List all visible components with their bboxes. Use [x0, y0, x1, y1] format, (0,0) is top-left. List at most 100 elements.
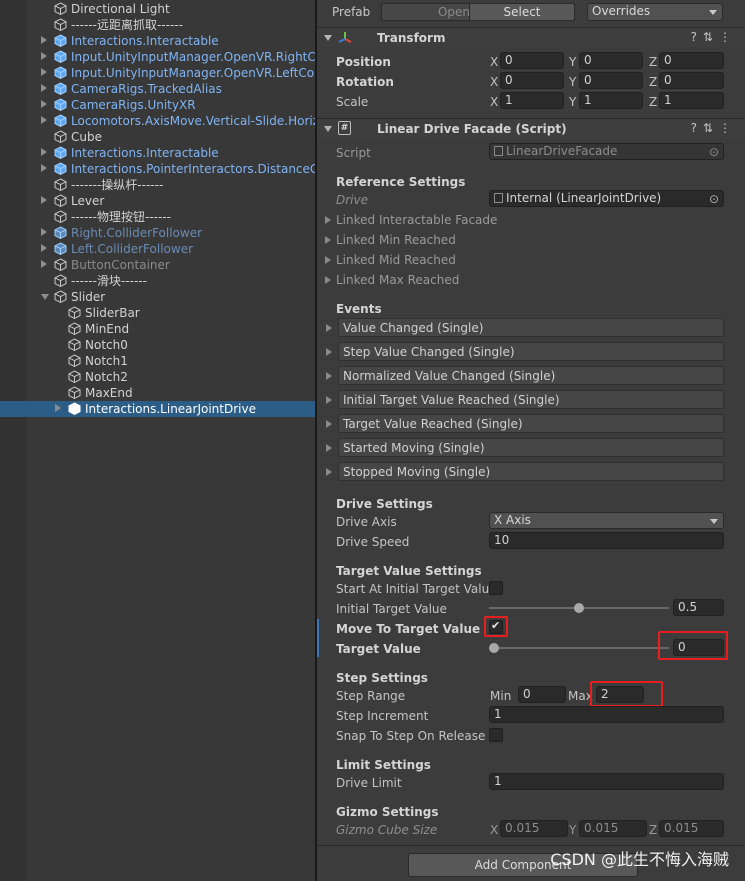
- step-increment-field[interactable]: 1: [489, 706, 724, 723]
- linear-drive-facade-header[interactable]: # Linear Drive Facade (Script) ?⇅⋮: [317, 118, 745, 138]
- hierarchy-item[interactable]: Slider: [0, 289, 315, 305]
- axis-z-label[interactable]: Z: [649, 74, 657, 90]
- hierarchy-item[interactable]: Lever: [0, 193, 315, 209]
- script-field[interactable]: LinearDriveFacade ⊙: [489, 143, 724, 160]
- expand-arrow-right-icon[interactable]: [41, 228, 47, 236]
- expand-arrow-right-icon[interactable]: [41, 84, 47, 92]
- transform-position-x-field[interactable]: 0: [500, 52, 564, 69]
- foldout-arrow-icon[interactable]: [326, 396, 332, 404]
- gizmo-z-field[interactable]: 0.015: [659, 820, 724, 837]
- hierarchy-item[interactable]: ------滑块------: [0, 273, 315, 289]
- axis-x-label[interactable]: X: [490, 74, 498, 90]
- hierarchy-item[interactable]: Notch0: [0, 337, 315, 353]
- hierarchy-item[interactable]: Directional Light: [0, 1, 315, 17]
- drive-speed-field[interactable]: 10: [489, 532, 724, 549]
- hierarchy-item[interactable]: Right.ColliderFollower: [0, 225, 315, 241]
- hierarchy-item[interactable]: Locomotors.AxisMove.Vertical-Slide.Horiz…: [0, 113, 315, 129]
- event-foldout[interactable]: Initial Target Value Reached (Single): [338, 390, 724, 409]
- linked-foldout-label[interactable]: Linked Interactable Facade: [336, 212, 497, 228]
- expand-arrow-right-icon[interactable]: [41, 196, 47, 204]
- hierarchy-item[interactable]: Interactions.Interactable: [0, 145, 315, 161]
- axis-y-label[interactable]: Y: [569, 54, 576, 70]
- hierarchy-item[interactable]: Interactions.Interactable: [0, 33, 315, 49]
- foldout-arrow-icon[interactable]: [326, 420, 332, 428]
- foldout-arrow-icon[interactable]: [325, 216, 331, 224]
- component-header-icons[interactable]: ?⇅⋮: [691, 30, 737, 44]
- transform-scale-z-field[interactable]: 1: [659, 92, 724, 109]
- drive-limit-field[interactable]: 1: [489, 773, 724, 790]
- hierarchy-item[interactable]: Notch2: [0, 369, 315, 385]
- hierarchy-item[interactable]: ButtonContainer: [0, 257, 315, 273]
- foldout-arrow-icon[interactable]: [326, 348, 332, 356]
- expand-arrow-right-icon[interactable]: [41, 52, 47, 60]
- axis-x-label[interactable]: X: [490, 54, 498, 70]
- hierarchy-item[interactable]: ------物理按钮------: [0, 209, 315, 225]
- foldout-arrow-icon[interactable]: [325, 236, 331, 244]
- foldout-arrow-icon[interactable]: [325, 256, 331, 264]
- expand-arrow-right-icon[interactable]: [41, 244, 47, 252]
- foldout-arrow-icon[interactable]: [326, 324, 332, 332]
- hierarchy-item[interactable]: MinEnd: [0, 321, 315, 337]
- start-at-initial-checkbox[interactable]: [489, 581, 503, 595]
- gizmo-y-field[interactable]: 0.015: [579, 820, 647, 837]
- expand-arrow-right-icon[interactable]: [41, 68, 47, 76]
- hierarchy-item[interactable]: SliderBar: [0, 305, 315, 321]
- event-foldout[interactable]: Normalized Value Changed (Single): [338, 366, 724, 385]
- hierarchy-item[interactable]: Cube: [0, 129, 315, 145]
- hierarchy-item[interactable]: CameraRigs.UnityXR: [0, 97, 315, 113]
- event-foldout[interactable]: Target Value Reached (Single): [338, 414, 724, 433]
- expand-arrow-right-icon[interactable]: [41, 164, 47, 172]
- hierarchy-item[interactable]: MaxEnd: [0, 385, 315, 401]
- hierarchy-item[interactable]: Notch1: [0, 353, 315, 369]
- target-value-slider-track[interactable]: [489, 647, 669, 649]
- object-picker-icon[interactable]: ⊙: [709, 192, 719, 206]
- linked-foldout-label[interactable]: Linked Max Reached: [336, 272, 459, 288]
- expand-arrow-right-icon[interactable]: [41, 116, 47, 124]
- initial-target-slider-knob[interactable]: [574, 603, 584, 613]
- expand-arrow-right-icon[interactable]: [55, 404, 61, 412]
- hierarchy-item[interactable]: Input.UnityInputManager.OpenVR.LeftContr…: [0, 65, 315, 81]
- gizmo-x-field[interactable]: 0.015: [500, 820, 568, 837]
- event-foldout[interactable]: Started Moving (Single): [338, 438, 724, 457]
- axis-x-label[interactable]: X: [490, 94, 498, 110]
- component-header-icons[interactable]: ?⇅⋮: [691, 121, 737, 135]
- foldout-arrow-icon[interactable]: [324, 35, 332, 41]
- transform-scale-y-field[interactable]: 1: [579, 92, 643, 109]
- linked-foldout-label[interactable]: Linked Min Reached: [336, 232, 456, 248]
- axis-z-label[interactable]: Z: [649, 94, 657, 110]
- transform-rotation-y-field[interactable]: 0: [579, 72, 643, 89]
- hierarchy-item[interactable]: -------操纵杆------: [0, 177, 315, 193]
- axis-y-label[interactable]: Y: [569, 94, 576, 110]
- foldout-arrow-icon[interactable]: [326, 468, 332, 476]
- hierarchy-item[interactable]: Interactions.PointerInteractors.Distance…: [0, 161, 315, 177]
- axis-z-label[interactable]: Z: [649, 54, 657, 70]
- prefab-select-button[interactable]: Select: [469, 3, 575, 21]
- expand-arrow-down-icon[interactable]: [41, 294, 49, 300]
- transform-position-y-field[interactable]: 0: [579, 52, 643, 69]
- drive-field[interactable]: Internal (LinearJointDrive) ⊙: [489, 190, 724, 207]
- foldout-arrow-icon[interactable]: [324, 126, 332, 132]
- hierarchy-item[interactable]: ------远距离抓取------: [0, 17, 315, 33]
- step-min-field[interactable]: 0: [518, 686, 566, 703]
- target-value-slider-knob[interactable]: [489, 643, 499, 653]
- transform-position-z-field[interactable]: 0: [659, 52, 724, 69]
- prefab-overrides-dropdown[interactable]: Overrides: [587, 3, 723, 21]
- transform-header[interactable]: Transform ?⇅⋮: [317, 27, 745, 47]
- foldout-arrow-icon[interactable]: [326, 444, 332, 452]
- initial-target-field[interactable]: 0.5: [673, 599, 724, 616]
- expand-arrow-right-icon[interactable]: [41, 148, 47, 156]
- axis-y-label[interactable]: Y: [569, 74, 576, 90]
- expand-arrow-right-icon[interactable]: [41, 100, 47, 108]
- transform-rotation-x-field[interactable]: 0: [500, 72, 564, 89]
- hierarchy-item[interactable]: Input.UnityInputManager.OpenVR.RightCont…: [0, 49, 315, 65]
- event-foldout[interactable]: Step Value Changed (Single): [338, 342, 724, 361]
- expand-arrow-right-icon[interactable]: [41, 260, 47, 268]
- transform-scale-x-field[interactable]: 1: [500, 92, 564, 109]
- linked-foldout-label[interactable]: Linked Mid Reached: [336, 252, 456, 268]
- event-foldout[interactable]: Value Changed (Single): [338, 318, 724, 337]
- foldout-arrow-icon[interactable]: [325, 276, 331, 284]
- transform-rotation-z-field[interactable]: 0: [659, 72, 724, 89]
- drive-axis-dropdown[interactable]: X Axis: [489, 512, 724, 529]
- foldout-arrow-icon[interactable]: [326, 372, 332, 380]
- event-foldout[interactable]: Stopped Moving (Single): [338, 462, 724, 481]
